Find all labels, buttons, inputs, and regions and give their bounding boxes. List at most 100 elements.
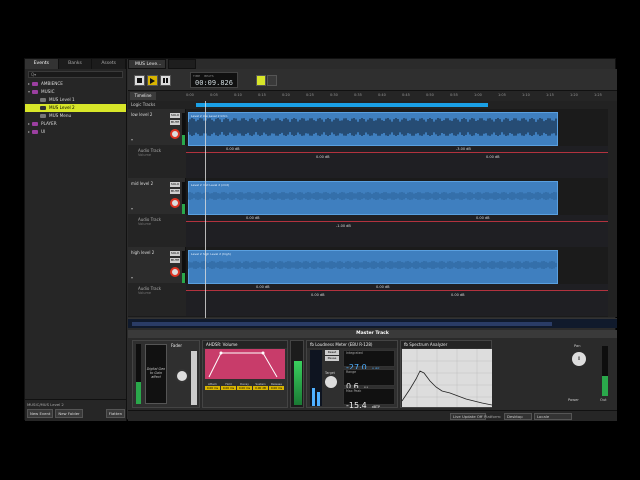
tab-events[interactable]: Events [25,59,59,69]
automation-point-label[interactable]: 0.00 dB [246,216,260,220]
tree-item[interactable]: ▸ AMBIENCE [25,80,126,88]
play-icon [150,77,155,84]
list-view-icon[interactable] [256,75,266,86]
pause-button[interactable] [160,75,171,86]
stop-button[interactable] [134,75,145,86]
automation-point-label[interactable]: 0.00 dB [451,293,465,297]
tree-item[interactable]: ▸ PLAYER [25,120,126,128]
ahdsr-param-value[interactable]: 0.00 ms [205,386,220,390]
automation-point-label[interactable]: 0.00 dB [316,155,330,159]
ahdsr-param[interactable]: Hold 0.00 ms [221,382,236,390]
automation-point-label[interactable]: 0.00 dB [486,155,500,159]
tree-item[interactable]: MUS Menu [25,112,126,120]
reset-button[interactable]: Reset [325,350,339,355]
automation-header[interactable]: Audio Track Volume [128,214,186,247]
locale-select[interactable]: Locale [534,413,572,420]
target-knob[interactable] [325,376,337,388]
automation-point-label[interactable]: 0.00 dB [226,147,240,151]
mute-button[interactable]: MUTE [170,258,180,263]
ahdsr-param[interactable]: Sustain 0.00 dB [253,382,268,390]
automation-point-label[interactable]: 0.00 dB [256,285,270,289]
automation-curve[interactable] [186,290,608,291]
tree-item[interactable]: ▾ MUSIC [25,88,126,96]
tree-item[interactable]: MUS Level 2 [25,104,126,112]
maxpeak-unit: dBTP [371,405,380,409]
track-volume-knob[interactable] [170,267,180,277]
collapse-icon[interactable]: ▾ [131,275,133,280]
automation-point-label[interactable]: 0.00 dB [311,293,325,297]
status-bar: Live Update Off Platform: Desktop Locale [128,410,617,421]
ruler-tick-label: 0:20 [282,93,290,97]
new-event-button[interactable]: New Event [27,409,54,418]
overview-scrollbar[interactable] [128,318,617,328]
playhead[interactable] [205,101,206,319]
mute-button[interactable]: MUTE [170,120,180,125]
track-meter [182,182,185,218]
effects-deck: Digital Gen to Gain affect Fader AHDSR: … [128,338,617,410]
browser-tabs: Events Banks Assets [25,59,127,69]
ahdsr-param-value[interactable]: 0.00 ms [237,386,252,390]
automation-lane[interactable]: 0.00 dB 0.00 dB -3.00 dB 0.00 dB [186,146,608,178]
editor-header: Timeline 0:00 0:05 0:10 0:15 0:20 0:25 0:30 0:3… [128,91,617,101]
time-mode-label[interactable]: TIME [193,74,200,78]
loop-region[interactable] [196,103,488,107]
live-update-button[interactable]: Live Update Off [450,413,486,420]
new-folder-button[interactable]: New Folder [55,409,83,418]
tab-banks[interactable]: Banks [59,59,93,69]
automation-param-label: Volume [138,153,152,157]
flatten-button[interactable]: Flatten [105,409,125,418]
automation-header[interactable]: Audio Track Volume [128,283,186,316]
waveform [188,118,557,136]
grid-view-icon[interactable] [267,75,277,86]
track-volume-knob[interactable] [170,198,180,208]
platform-select[interactable]: Desktop [504,413,532,420]
ahdsr-param-value[interactable]: 0.00 ms [221,386,236,390]
automation-lane[interactable]: 0.00 dB -1.00 dB 0.00 dB [186,215,608,247]
solo-button[interactable]: SOLO [170,182,180,187]
fader-slider[interactable] [191,351,197,405]
automation-curve[interactable] [186,152,608,153]
solo-button[interactable]: SOLO [170,113,180,118]
tab-timeline[interactable]: Timeline [130,92,156,100]
collapse-icon[interactable]: ▾ [131,137,133,142]
event-document-tab[interactable]: MUS Leve... [128,59,166,69]
time-ruler[interactable]: 0:00 0:05 0:10 0:15 0:20 0:25 0:30 0:35 0:40 0:45… [186,92,607,100]
ahdsr-param[interactable]: Decay 0.00 ms [237,382,252,390]
time-display[interactable]: TIME BEATS 00:09.826 [190,72,238,88]
track-volume-knob[interactable] [170,129,180,139]
beats-mode-label[interactable]: BEATS [204,74,214,78]
mute-button[interactable]: MUTE [170,189,180,194]
pause-loudness-button[interactable]: Pause [325,356,339,361]
output-meter [602,346,608,396]
automation-point-label[interactable]: 0.00 dB [476,216,490,220]
folder-icon [32,130,38,134]
tree-item[interactable]: ▸ UI [25,128,126,136]
automation-lane[interactable]: 0.00 dB 0.00 dB 0.00 dB 0.00 dB [186,284,608,316]
vertical-scrollbar[interactable] [608,109,617,317]
ahdsr-param-value[interactable]: 0.00 dB [253,386,268,390]
tab-assets[interactable]: Assets [92,59,127,69]
ahdsr-param-value[interactable]: 0.00 ms [269,386,284,390]
ahdsr-graph[interactable] [203,349,287,379]
play-button[interactable] [147,75,158,86]
search-input[interactable]: Q▾ [28,71,123,78]
overview-thumb[interactable] [132,322,552,326]
stop-icon [137,78,142,83]
collapse-icon[interactable]: ▾ [131,206,133,211]
solo-button[interactable]: SOLO [170,251,180,256]
automation-point-label[interactable]: -1.00 dB [336,224,351,228]
automation-point-label[interactable]: 0.00 dB [376,285,390,289]
ahdsr-param[interactable]: Release 0.00 ms [269,382,284,390]
empty-tab[interactable] [168,59,196,69]
tree-item[interactable]: MUS Level 1 [25,96,126,104]
track-meter [182,251,185,287]
power-label: Power [568,398,579,402]
automation-header[interactable]: Audio Track Volume [128,145,186,178]
tree-item-label: MUSIC [41,89,55,94]
ruler-tick-label: 1:05 [498,93,506,97]
automation-point-label[interactable]: -3.00 dB [456,147,471,151]
automation-curve[interactable] [186,221,608,222]
pan-knob[interactable]: 0 [572,352,586,366]
fader-knob[interactable] [175,369,189,383]
ahdsr-param[interactable]: Attack 0.00 ms [205,382,220,390]
